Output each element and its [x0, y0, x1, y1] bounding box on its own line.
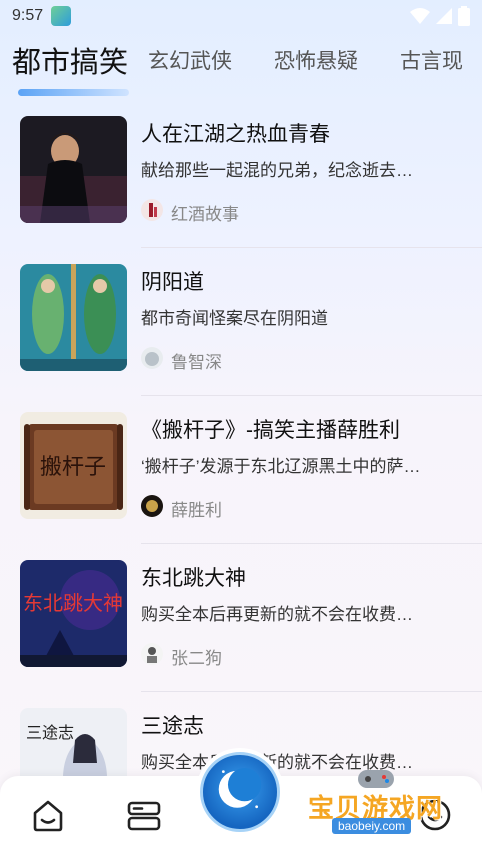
book-author: 鲁智深	[171, 353, 222, 372]
list-item[interactable]: 人在江湖之热血青春 献给那些一起混的兄弟，纪念逝去… 红酒故事	[0, 100, 482, 248]
gamepad-icon	[358, 770, 394, 788]
book-cover: 搬杆子	[20, 412, 127, 519]
book-author: 红酒故事	[171, 205, 239, 224]
watermark-logo: 宝贝游戏网 baobeiy.com	[298, 766, 468, 846]
book-description: 都市奇闻怪案尽在阴阳道	[141, 309, 328, 328]
home-icon[interactable]	[30, 797, 66, 833]
play-center-button[interactable]	[196, 748, 284, 836]
list-item[interactable]: 搬杆子 《搬杆子》-搞笑主播薛胜利 ‘搬杆子’发源于东北辽源黑土中的萨… 薛胜利	[0, 396, 482, 544]
watermark-url: baobeiy.com	[332, 818, 412, 834]
book-description: ‘搬杆子’发源于东北辽源黑土中的萨…	[141, 457, 421, 476]
tab-indicator	[18, 89, 129, 96]
book-title: 《搬杆子》-搞笑主播薛胜利	[141, 419, 400, 442]
status-icons	[410, 6, 470, 26]
wifi-icon	[410, 8, 430, 24]
svg-text:东北跳大神: 东北跳大神	[23, 591, 123, 615]
tab-xuanhuan-wuxia[interactable]: 玄幻武侠	[148, 45, 232, 75]
book-author: 薛胜利	[171, 501, 222, 520]
book-cover	[20, 264, 127, 371]
author-avatar	[141, 347, 163, 369]
tab-kongbu-xuanyi[interactable]: 恐怖悬疑	[274, 45, 358, 75]
book-title: 阴阳道	[141, 271, 204, 294]
book-cover	[20, 116, 127, 223]
author-avatar	[141, 199, 163, 221]
author-avatar	[141, 495, 163, 517]
list-item[interactable]: 东北跳大神 东北跳大神 购买全本后再更新的就不会在收费… 张二狗	[0, 544, 482, 692]
bookshelf-icon[interactable]	[126, 798, 162, 834]
book-cover: 东北跳大神	[20, 560, 127, 667]
svg-text:三途志: 三途志	[26, 723, 74, 742]
list-item[interactable]: 阴阳道 都市奇闻怪案尽在阴阳道 鲁智深	[0, 248, 482, 396]
book-title: 东北跳大神	[141, 567, 246, 590]
book-list: 人在江湖之热血青春 献给那些一起混的兄弟，纪念逝去… 红酒故事 阴阳道 都市奇闻…	[0, 100, 482, 840]
book-author: 张二狗	[171, 649, 222, 668]
status-bar: 9:57	[0, 0, 482, 32]
tab-dushi-gaoxiao[interactable]: 都市搞笑	[12, 39, 128, 81]
battery-icon	[458, 6, 470, 26]
book-title: 人在江湖之热血青春	[141, 123, 330, 146]
category-tabs: 都市搞笑 玄幻武侠 恐怖悬疑 古言现	[0, 36, 482, 84]
signal-icon	[436, 8, 452, 24]
book-description: 购买全本后再更新的就不会在收费…	[141, 605, 413, 624]
status-time: 9:57	[12, 7, 44, 24]
moon-icon	[200, 752, 280, 832]
book-description: 献给那些一起混的兄弟，纪念逝去…	[141, 161, 413, 180]
book-title: 三途志	[141, 715, 204, 738]
tab-guyan[interactable]: 古言现	[400, 45, 463, 75]
app-notification-icon	[51, 6, 72, 26]
svg-text:搬杆子: 搬杆子	[40, 455, 106, 480]
author-avatar	[141, 643, 163, 665]
